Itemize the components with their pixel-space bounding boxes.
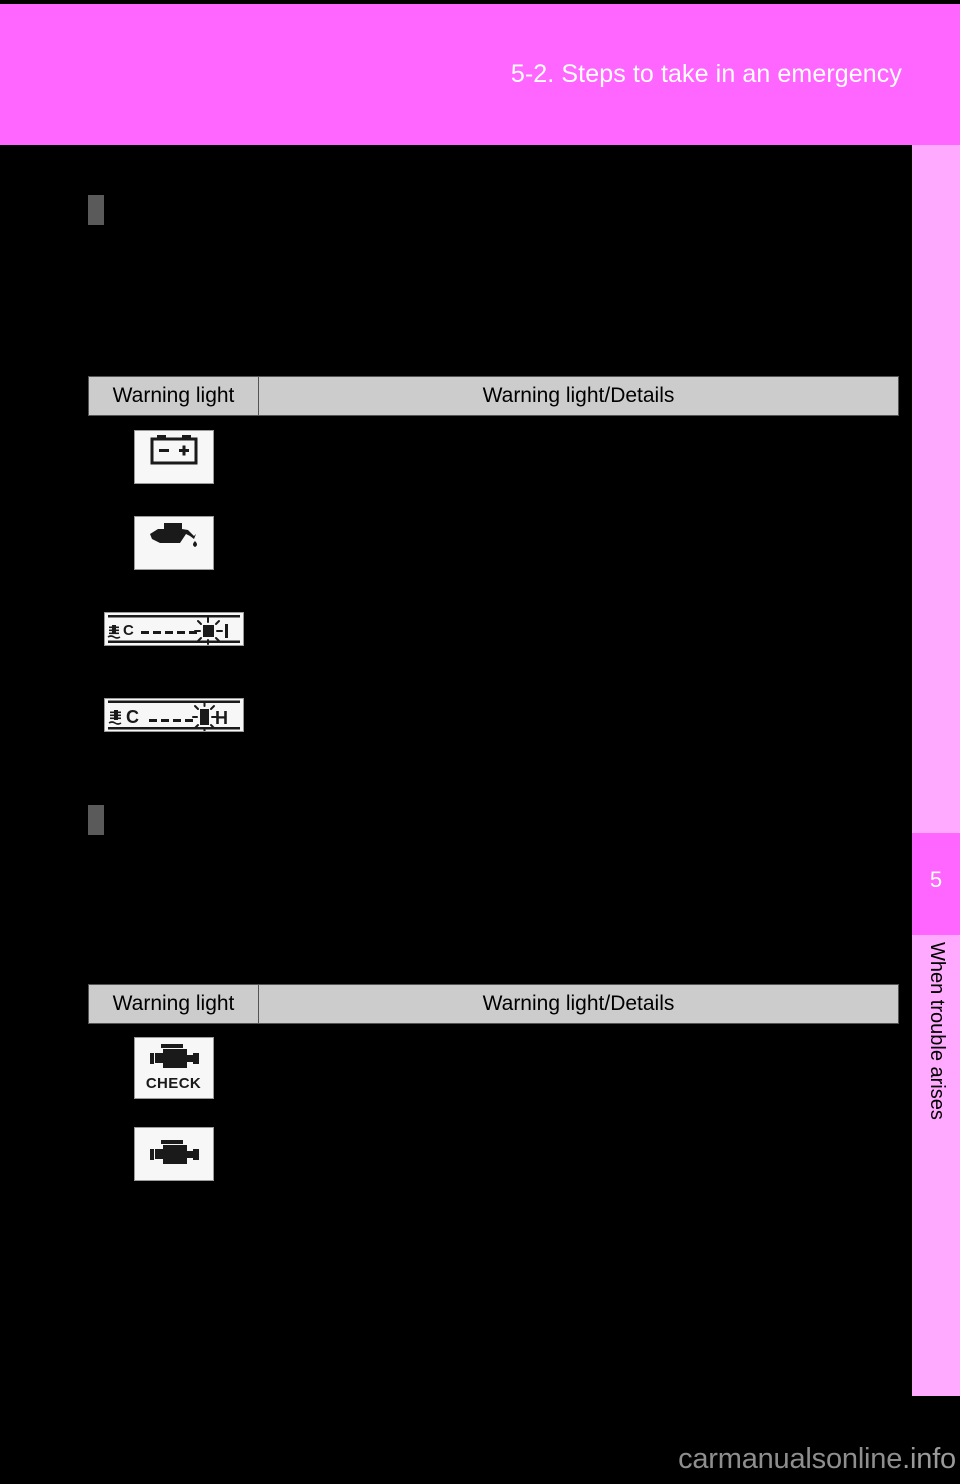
coolant-temp-gauge-high-icon: C H (103, 697, 244, 732)
details-cell (259, 502, 899, 588)
site-watermark: carmanualsonline.info (0, 1443, 960, 1476)
watermark-main: carmanualsonline (678, 1443, 903, 1475)
details-cell (259, 416, 899, 503)
check-engine-icon-text: CHECK (145, 1075, 202, 1092)
chapter-label-rotated: When trouble arises (912, 940, 960, 1240)
table-row: C (89, 674, 899, 760)
check-engine-text-icon: CHECK (133, 1037, 214, 1099)
section-marker-2 (88, 805, 104, 835)
table-row: CHECK (89, 1024, 899, 1113)
page-title: 5-2. Steps to take in an emergency (510, 60, 902, 88)
svg-text:C: C (126, 707, 139, 727)
svg-text:H: H (215, 708, 228, 728)
details-cell (259, 1024, 899, 1113)
chapter-number: 5 (929, 867, 943, 892)
warning-light-cell (89, 502, 259, 588)
table-header-warning-light: Warning light (88, 984, 259, 1024)
svg-text:C: C (123, 622, 134, 639)
check-engine-icon (133, 1126, 214, 1181)
warning-light-table-2: Warning light Warning light/Details CHEC… (88, 984, 899, 1200)
warning-light-cell: CHECK (89, 1024, 259, 1113)
details-cell (259, 674, 899, 760)
details-cell (259, 1112, 899, 1200)
table-row (89, 416, 899, 503)
table-header-row: Warning light Warning light/Details (88, 984, 899, 1024)
chapter-number-block: 5 (912, 833, 960, 935)
table-row: C (89, 588, 899, 674)
warning-light-cell (89, 1112, 259, 1200)
table-header-row: Warning light Warning light/Details (88, 376, 899, 416)
chapter-side-tab: 5 When trouble arises (912, 145, 960, 1396)
warning-light-table-1: Warning light Warning light/Details C C … (88, 376, 899, 760)
table-header-details: Warning light/Details (258, 376, 899, 416)
warning-light-cell: C (89, 588, 259, 674)
watermark-suffix: .info (902, 1443, 956, 1475)
table-row (89, 502, 899, 588)
page-header-band: 5-2. Steps to take in an emergency (0, 4, 960, 145)
manual-page: 5-2. Steps to take in an emergency 5 Whe… (0, 0, 960, 1484)
section-marker-1 (88, 195, 104, 225)
table-header-warning-light: Warning light (88, 376, 259, 416)
coolant-temp-gauge-low-icon: C (103, 611, 244, 646)
battery-warning-icon (133, 429, 214, 484)
chapter-label-text: When trouble arises (926, 942, 948, 1120)
table-header-details: Warning light/Details (258, 984, 899, 1024)
warning-light-cell: C (89, 674, 259, 760)
details-cell (259, 588, 899, 674)
warning-light-cell (89, 416, 259, 503)
table-row (89, 1112, 899, 1200)
oil-pressure-warning-icon (133, 515, 214, 570)
